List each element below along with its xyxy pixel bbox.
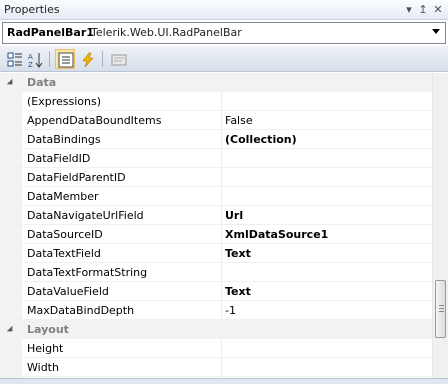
properties-icon	[58, 52, 74, 68]
window-title: Properties	[4, 3, 60, 16]
property-row[interactable]: DataTextFormatString	[0, 263, 432, 282]
collapse-triangle-icon[interactable]	[6, 325, 16, 335]
selected-object-name: RadPanelBar1	[7, 26, 94, 39]
property-name: MaxDataBindDepth	[27, 304, 135, 317]
object-selector[interactable]: RadPanelBar1 Telerik.Web.UI.RadPanelBar	[2, 22, 446, 44]
events-button[interactable]	[77, 49, 97, 69]
property-row[interactable]: DataFieldID	[0, 149, 432, 168]
selected-object-type: Telerik.Web.UI.RadPanelBar	[91, 26, 242, 39]
category-label: Layout	[27, 323, 69, 336]
collapse-triangle-icon[interactable]	[6, 78, 16, 88]
category-data[interactable]: Data	[0, 73, 432, 92]
property-name: (Expressions)	[27, 95, 102, 108]
property-name: DataFieldParentID	[27, 171, 126, 184]
categorized-icon	[7, 52, 22, 67]
property-row[interactable]: DataSourceID XmlDataSource1	[0, 225, 432, 244]
property-row[interactable]: DataFieldParentID	[0, 168, 432, 187]
pin-icon[interactable]: ↥	[416, 2, 430, 17]
property-row[interactable]: DataBindings (Collection)	[0, 130, 432, 149]
categorized-button[interactable]	[4, 49, 24, 69]
property-row[interactable]: Width	[0, 358, 432, 377]
property-value[interactable]: XmlDataSource1	[225, 228, 328, 241]
property-row[interactable]: DataValueField Text	[0, 282, 432, 301]
svg-text:A: A	[28, 53, 33, 61]
property-value[interactable]: (Collection)	[225, 133, 297, 146]
property-name: DataSourceID	[27, 228, 103, 241]
property-row[interactable]: DataTextField Text	[0, 244, 432, 263]
property-row[interactable]: DataNavigateUrlField Url	[0, 206, 432, 225]
property-name: Height	[27, 342, 64, 355]
toolbar-separator	[102, 51, 103, 67]
property-name: DataTextFormatString	[27, 266, 148, 279]
events-lightning-icon	[82, 52, 94, 68]
category-label: Data	[27, 76, 57, 89]
alphabetical-button[interactable]: A Z	[25, 49, 45, 69]
property-pages-button[interactable]	[108, 49, 128, 69]
property-row[interactable]: Height	[0, 339, 432, 358]
property-value[interactable]: Url	[225, 209, 243, 222]
properties-button[interactable]	[55, 49, 75, 69]
property-value[interactable]: -1	[225, 304, 236, 317]
vertical-scrollbar[interactable]	[432, 73, 448, 384]
property-pages-icon	[111, 54, 127, 66]
property-row[interactable]: DataMember	[0, 187, 432, 206]
svg-text:Z: Z	[28, 61, 33, 68]
property-value[interactable]: False	[225, 114, 253, 127]
property-name: DataValueField	[27, 285, 109, 298]
property-name: DataMember	[27, 190, 99, 203]
chevron-down-icon[interactable]	[432, 29, 440, 34]
toolbar-separator	[49, 51, 50, 67]
property-row[interactable]: MaxDataBindDepth -1	[0, 301, 432, 320]
property-value[interactable]: Text	[225, 247, 251, 260]
dropdown-arrow-icon[interactable]: ▾	[402, 2, 416, 17]
alphabetical-sort-icon: A Z	[28, 53, 43, 68]
close-icon[interactable]: ✕	[431, 2, 445, 17]
properties-toolbar: A Z	[0, 46, 448, 72]
property-row[interactable]: AppendDataBoundItems False	[0, 111, 432, 130]
property-name: DataTextField	[27, 247, 101, 260]
property-grid: Data (Expressions) AppendDataBoundItems …	[0, 73, 448, 384]
panel-bottom-edge	[0, 378, 448, 384]
property-row[interactable]: (Expressions)	[0, 92, 432, 111]
property-value[interactable]: Text	[225, 285, 251, 298]
scrollbar-thumb[interactable]	[435, 280, 446, 338]
property-name: DataFieldID	[27, 152, 91, 165]
properties-titlebar: Properties ▾ ↥ ✕	[0, 0, 448, 20]
category-layout[interactable]: Layout	[0, 320, 432, 339]
property-name: DataBindings	[27, 133, 101, 146]
property-name: AppendDataBoundItems	[27, 114, 162, 127]
property-name: DataNavigateUrlField	[27, 209, 144, 222]
property-name: Width	[27, 361, 59, 374]
